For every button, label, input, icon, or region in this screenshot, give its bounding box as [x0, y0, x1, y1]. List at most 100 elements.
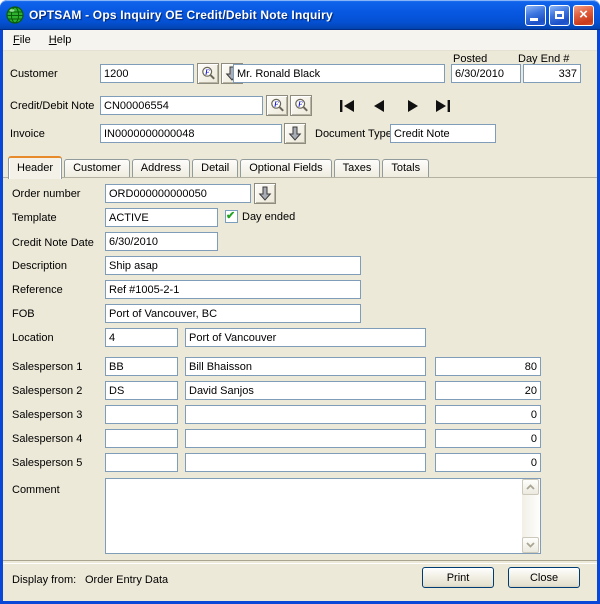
menu-file[interactable]: File — [11, 33, 33, 47]
print-button[interactable]: Print — [422, 567, 494, 588]
nav-first-record-button[interactable] — [336, 98, 358, 114]
menu-help[interactable]: Help — [47, 33, 74, 47]
order-number-label: Order number — [12, 188, 80, 200]
tab-totals[interactable]: Totals — [382, 159, 429, 178]
salesperson-3-code-input[interactable] — [105, 405, 178, 424]
invoice-drilldown-button[interactable] — [284, 123, 306, 144]
tab-address[interactable]: Address — [132, 159, 190, 178]
first-record-icon — [338, 100, 356, 112]
salesperson-2-label: Salesperson 2 — [12, 385, 82, 397]
salesperson-1-label: Salesperson 1 — [12, 361, 82, 373]
note-zoom-finder-button[interactable]: F — [290, 95, 312, 116]
comment-scrollbar[interactable] — [522, 479, 539, 553]
salesperson-2-code-input[interactable] — [105, 381, 178, 400]
document-type-label: Document Type — [315, 128, 392, 140]
salesperson-4-percent-input[interactable] — [435, 429, 541, 448]
customer-name-field[interactable] — [233, 64, 445, 83]
display-from-value: Order Entry Data — [85, 574, 168, 586]
tab-strip: Header Customer Address Detail Optional … — [8, 155, 431, 178]
drilldown-arrow-icon — [258, 186, 272, 201]
salesperson-5-name-field[interactable] — [185, 453, 426, 472]
svg-text:F: F — [298, 101, 303, 109]
maximize-button[interactable] — [549, 5, 570, 26]
salesperson-3-name-field[interactable] — [185, 405, 426, 424]
drilldown-arrow-icon — [288, 126, 302, 141]
location-code-input[interactable] — [105, 328, 178, 347]
tab-detail[interactable]: Detail — [192, 159, 238, 178]
document-type-field[interactable] — [390, 124, 496, 143]
tab-customer[interactable]: Customer — [64, 159, 130, 178]
salesperson-5-label: Salesperson 5 — [12, 457, 82, 469]
customer-code-input[interactable] — [100, 64, 194, 83]
minimize-icon — [530, 18, 538, 21]
nav-next-record-button[interactable] — [402, 98, 424, 114]
location-name-field[interactable] — [185, 328, 426, 347]
title-bar: OPTSAM - Ops Inquiry OE Credit/Debit Not… — [0, 0, 600, 30]
salesperson-4-name-field[interactable] — [185, 429, 426, 448]
display-from-label: Display from: — [12, 574, 76, 586]
footer-divider — [3, 560, 597, 564]
salesperson-4-code-input[interactable] — [105, 429, 178, 448]
customer-finder-button[interactable]: F — [197, 63, 219, 84]
posted-date-field[interactable] — [451, 64, 521, 83]
app-globe-icon — [6, 6, 24, 24]
comment-textarea[interactable] — [105, 478, 541, 554]
close-window-button[interactable]: × — [573, 5, 594, 26]
reference-input[interactable] — [105, 280, 361, 299]
chevron-down-icon — [526, 542, 535, 548]
salesperson-5-code-input[interactable] — [105, 453, 178, 472]
scroll-down-button[interactable] — [522, 537, 539, 553]
salesperson-2-name-field[interactable] — [185, 381, 426, 400]
salesperson-1-code-input[interactable] — [105, 357, 178, 376]
close-icon: × — [579, 7, 588, 22]
nav-previous-record-button[interactable] — [368, 98, 390, 114]
tab-optional-fields[interactable]: Optional Fields — [240, 159, 331, 178]
template-input[interactable] — [105, 208, 218, 227]
location-label: Location — [12, 332, 54, 344]
reference-label: Reference — [12, 284, 63, 296]
invoice-input[interactable] — [100, 124, 282, 143]
minimize-button[interactable] — [525, 5, 546, 26]
salesperson-3-percent-input[interactable] — [435, 405, 541, 424]
credit-note-date-input[interactable] — [105, 232, 218, 251]
window-frame: File Help Posted Day End # Customer F — [3, 30, 597, 601]
maximize-icon — [555, 11, 564, 19]
svg-text:F: F — [205, 69, 210, 77]
day-ended-checkbox[interactable] — [225, 210, 238, 223]
last-record-icon — [434, 100, 452, 112]
day-ended-label: Day ended — [242, 211, 295, 223]
order-drilldown-button[interactable] — [254, 183, 276, 204]
salesperson-2-percent-input[interactable] — [435, 381, 541, 400]
fob-input[interactable] — [105, 304, 361, 323]
tab-page-top-edge — [3, 177, 597, 178]
menu-bar: File Help — [3, 30, 597, 51]
day-end-number-field[interactable] — [523, 64, 581, 83]
window-title: OPTSAM - Ops Inquiry OE Credit/Debit Not… — [29, 8, 519, 22]
tab-taxes[interactable]: Taxes — [334, 159, 381, 178]
finder-magnifier-icon: F — [270, 98, 285, 113]
app-window: OPTSAM - Ops Inquiry OE Credit/Debit Not… — [0, 0, 600, 604]
description-input[interactable] — [105, 256, 361, 275]
svg-text:F: F — [274, 101, 279, 109]
credit-debit-note-input[interactable] — [100, 96, 263, 115]
salesperson-1-percent-input[interactable] — [435, 357, 541, 376]
salesperson-3-label: Salesperson 3 — [12, 409, 82, 421]
description-label: Description — [12, 260, 67, 272]
salesperson-5-percent-input[interactable] — [435, 453, 541, 472]
invoice-label: Invoice — [10, 128, 45, 140]
note-finder-button[interactable]: F — [266, 95, 288, 116]
finder-magnifier-icon: F — [294, 98, 309, 113]
next-record-icon — [406, 100, 420, 112]
salesperson-1-name-field[interactable] — [185, 357, 426, 376]
close-button[interactable]: Close — [508, 567, 580, 588]
order-number-input[interactable] — [105, 184, 251, 203]
finder-magnifier-icon: F — [201, 66, 216, 81]
chevron-up-icon — [526, 484, 535, 490]
credit-note-date-label: Credit Note Date — [12, 237, 94, 249]
template-label: Template — [12, 212, 57, 224]
tab-header[interactable]: Header — [8, 156, 62, 179]
nav-last-record-button[interactable] — [432, 98, 454, 114]
scroll-up-button[interactable] — [522, 479, 539, 495]
customer-label: Customer — [10, 68, 58, 80]
salesperson-4-label: Salesperson 4 — [12, 433, 82, 445]
